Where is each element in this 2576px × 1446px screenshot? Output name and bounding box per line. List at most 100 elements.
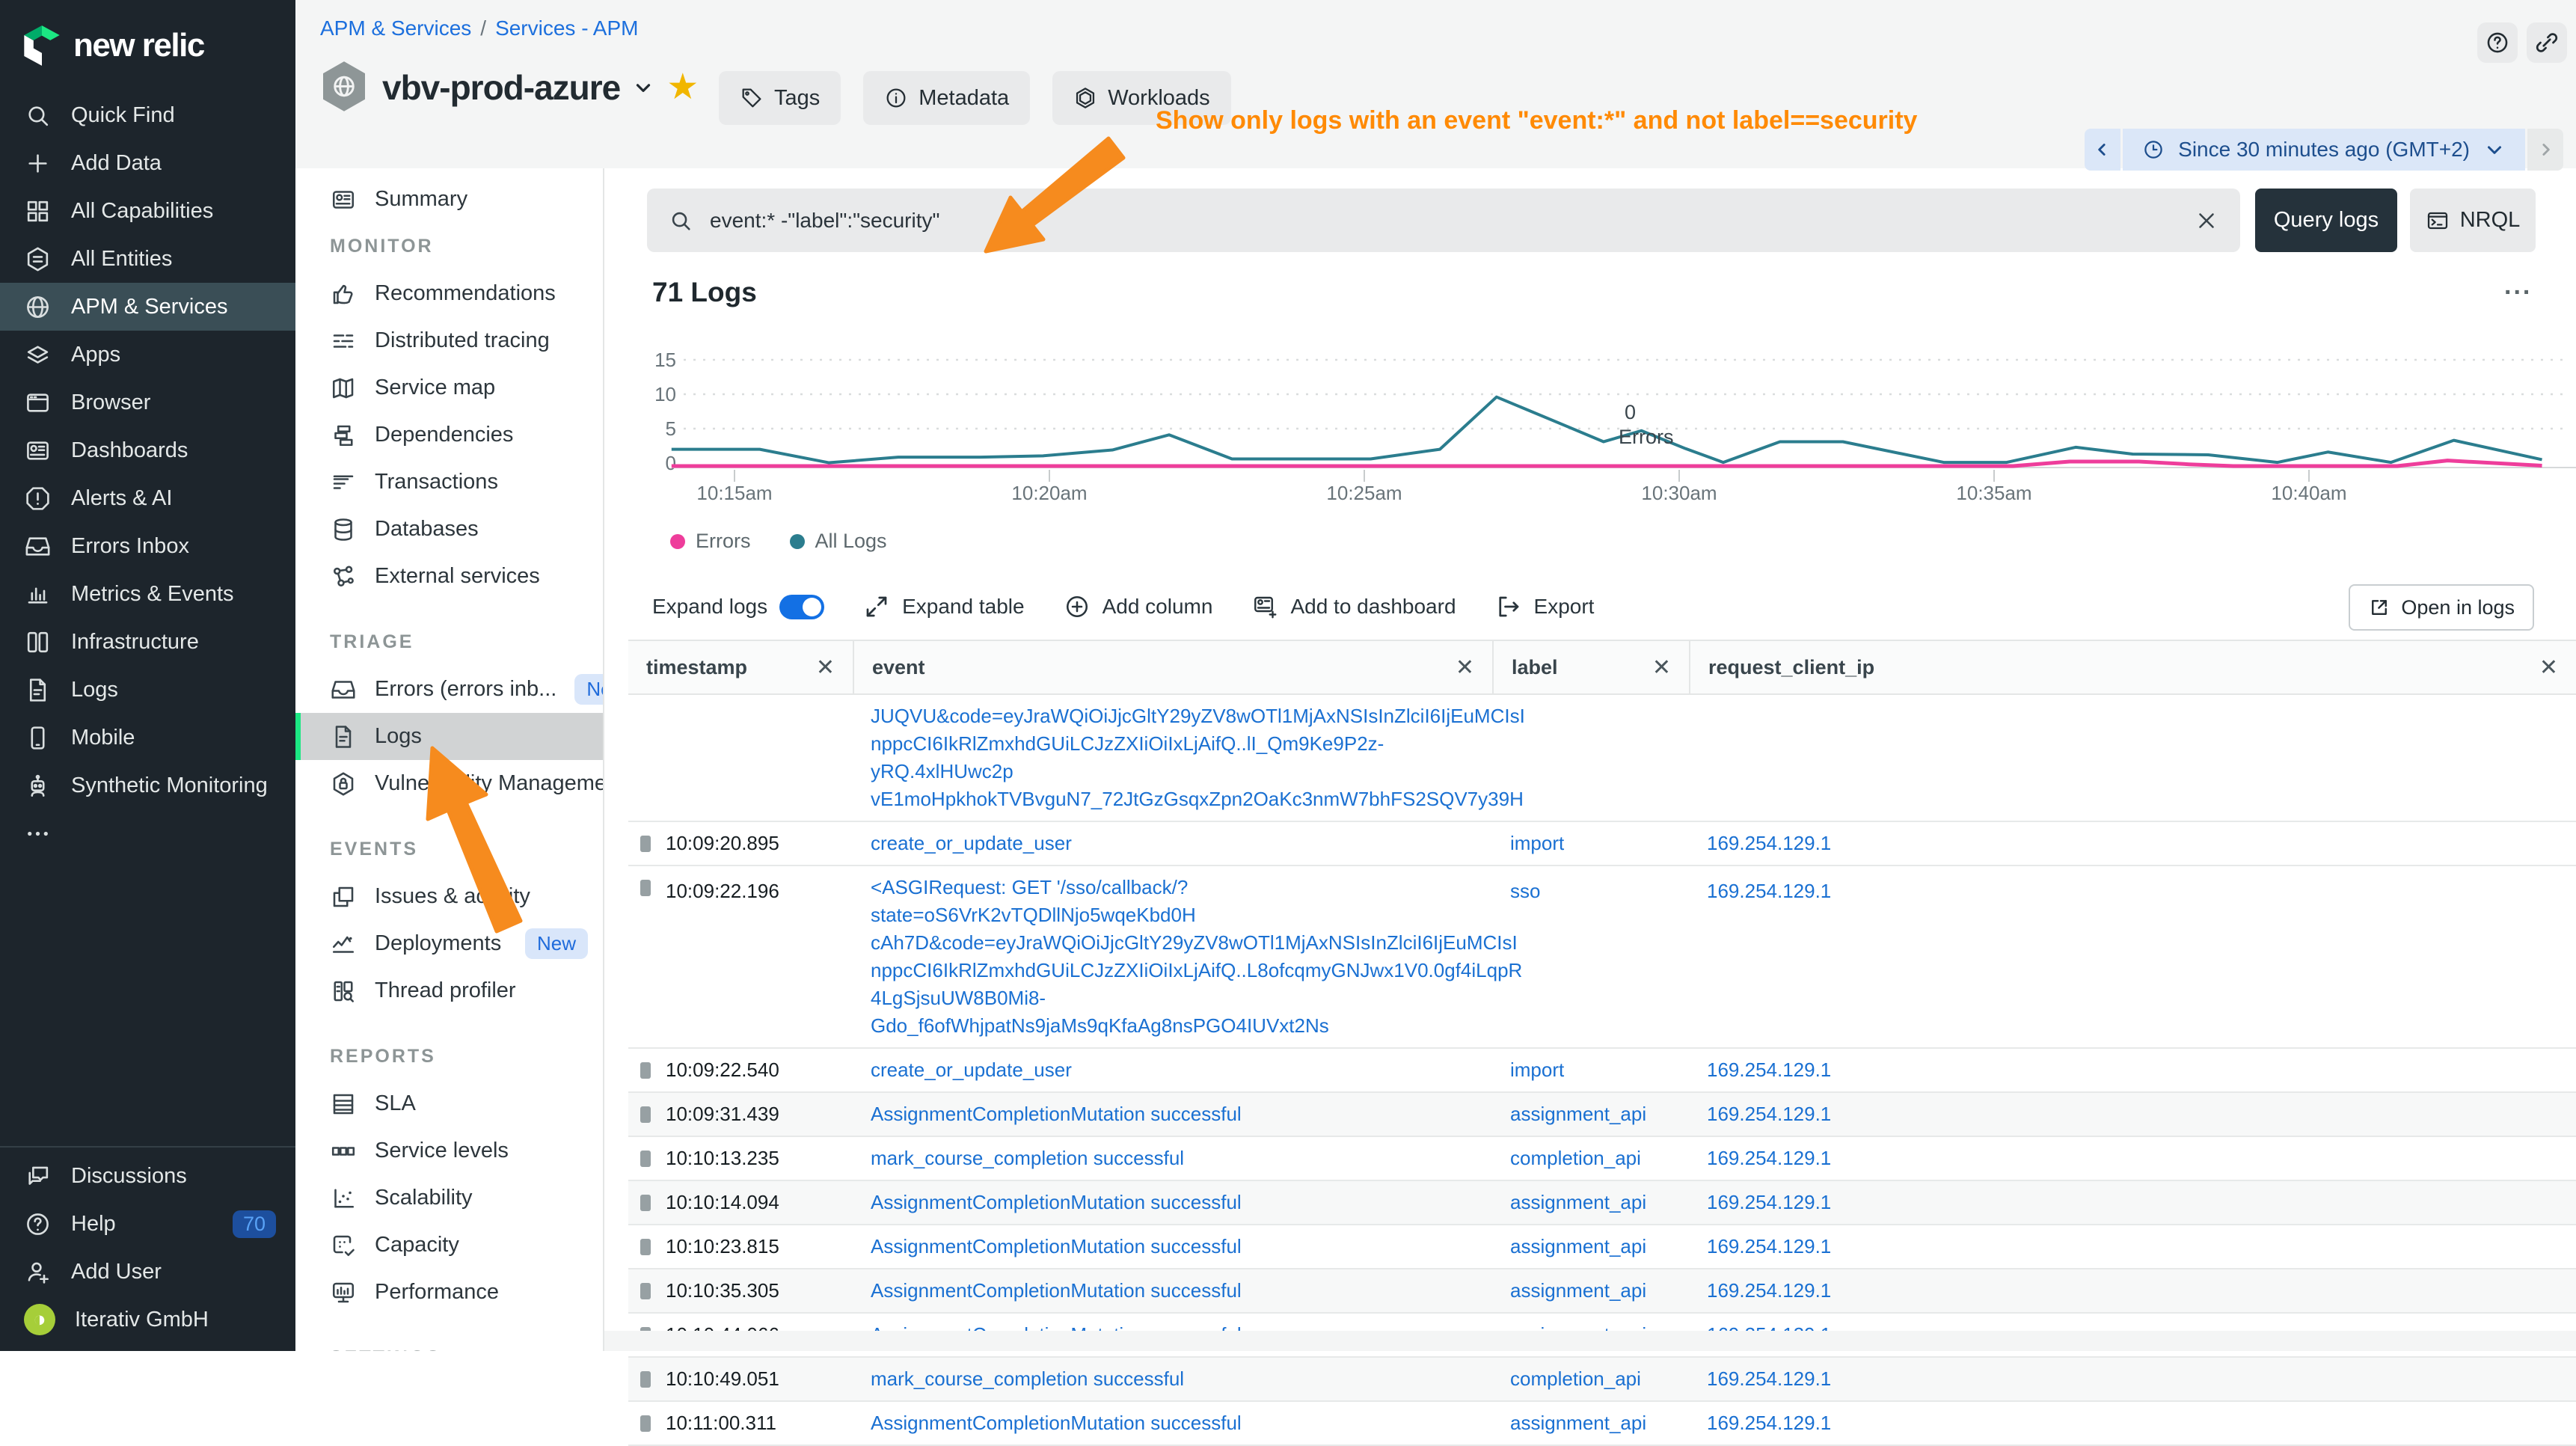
log-client-ip-link[interactable]: 169.254.129.1 <box>1689 832 2576 855</box>
gnav-item-item[interactable] <box>0 809 295 857</box>
lnav-item-issues-activity[interactable]: Issues & activity <box>295 873 603 920</box>
log-label-link[interactable] <box>1492 702 1689 708</box>
gnav-item-mobile[interactable]: Mobile <box>0 714 295 762</box>
log-label-link[interactable]: import <box>1492 832 1689 855</box>
log-client-ip-link[interactable]: 169.254.129.1 <box>1689 1235 2576 1258</box>
log-row[interactable]: 10:09:31.439AssignmentCompletionMutation… <box>628 1093 2576 1137</box>
log-event-link[interactable]: create_or_update_user <box>853 830 1492 857</box>
gnav-footer-iterativ-gmbh[interactable]: ◑Iterativ GmbH <box>0 1296 295 1344</box>
log-client-ip-link[interactable] <box>1689 702 2576 708</box>
help-button[interactable] <box>2477 22 2518 63</box>
remove-column-icon[interactable]: ✕ <box>816 655 835 681</box>
log-label-link[interactable]: completion_api <box>1492 1367 1689 1391</box>
gnav-item-dashboards[interactable]: Dashboards <box>0 426 295 474</box>
log-event-link[interactable]: mark_course_completion successful <box>853 1145 1492 1172</box>
time-back-button[interactable] <box>2085 129 2120 171</box>
export-button[interactable]: Export <box>1495 593 1595 620</box>
log-label-link[interactable]: assignment_api <box>1492 1103 1689 1126</box>
lnav-item-deployments[interactable]: DeploymentsNew <box>295 920 603 967</box>
gnav-item-browser[interactable]: Browser <box>0 379 295 426</box>
lnav-item-service-map[interactable]: Service map <box>295 364 603 411</box>
column-header-timestamp[interactable]: timestamp✕ <box>628 641 853 693</box>
gnav-item-metrics-events[interactable]: Metrics & Events <box>0 570 295 618</box>
lnav-item-performance[interactable]: Performance <box>295 1269 603 1316</box>
title-chevron-down-icon[interactable] <box>632 76 654 99</box>
lnav-item-dependencies[interactable]: Dependencies <box>295 411 603 459</box>
gnav-item-infrastructure[interactable]: Infrastructure <box>0 618 295 666</box>
favorite-star-icon[interactable]: ★ <box>666 70 699 105</box>
lnav-item-vulnerability-management[interactable]: Vulnerability Management <box>295 760 603 807</box>
log-event-link[interactable]: AssignmentCompletionMutation successful <box>853 1233 1492 1260</box>
column-header-request-client-ip[interactable]: request_client_ip✕ <box>1689 641 2576 693</box>
log-row[interactable]: 10:10:14.094AssignmentCompletionMutation… <box>628 1181 2576 1225</box>
quick-find[interactable]: Quick Find <box>0 91 295 139</box>
log-row[interactable]: 10:09:22.540create_or_update_userimport1… <box>628 1049 2576 1093</box>
legend-errors[interactable]: Errors <box>670 530 751 553</box>
permalink-button[interactable] <box>2527 22 2567 63</box>
lnav-item-logs[interactable]: Logs <box>295 713 603 760</box>
log-client-ip-link[interactable]: 169.254.129.1 <box>1689 1059 2576 1082</box>
gnav-item-logs[interactable]: Logs <box>0 666 295 714</box>
open-in-logs-button[interactable]: Open in logs <box>2349 584 2534 631</box>
metadata-button[interactable]: Metadata <box>863 71 1030 125</box>
gnav-item-all-entities[interactable]: All Entities <box>0 235 295 283</box>
gnav-item-all-capabilities[interactable]: All Capabilities <box>0 187 295 235</box>
logs-timeseries-chart[interactable]: 15105010:15am10:20am10:25am10:30am10:35a… <box>649 344 2576 505</box>
expand-table-button[interactable]: Expand table <box>863 593 1024 620</box>
lnav-item-service-levels[interactable]: Service levels <box>295 1127 603 1174</box>
lnav-item-distributed-tracing[interactable]: Distributed tracing <box>295 317 603 364</box>
log-row[interactable]: 10:09:22.196<ASGIRequest: GET '/sso/call… <box>628 866 2576 1049</box>
log-client-ip-link[interactable]: 169.254.129.1 <box>1689 874 2576 903</box>
breadcrumb-services-apm[interactable]: Services - APM <box>495 16 638 40</box>
lnav-item-recommendations[interactable]: Recommendations <box>295 270 603 317</box>
log-event-link[interactable]: AssignmentCompletionMutation successful <box>853 1409 1492 1437</box>
log-row[interactable]: 10:10:49.051mark_course_completion succe… <box>628 1358 2576 1402</box>
column-header-label[interactable]: label✕ <box>1492 641 1689 693</box>
add-column-button[interactable]: Add column <box>1064 593 1213 620</box>
log-event-link[interactable]: AssignmentCompletionMutation successful <box>853 1100 1492 1128</box>
log-row[interactable]: 10:10:13.235mark_course_completion succe… <box>628 1137 2576 1181</box>
remove-column-icon[interactable]: ✕ <box>2539 655 2558 681</box>
log-label-link[interactable]: sso <box>1492 874 1689 903</box>
log-row[interactable]: 10:09:20.895create_or_update_userimport1… <box>628 822 2576 866</box>
log-label-link[interactable]: assignment_api <box>1492 1191 1689 1214</box>
gnav-item-add-data[interactable]: Add Data <box>0 139 295 187</box>
gnav-item-alerts-ai[interactable]: Alerts & AI <box>0 474 295 522</box>
tags-button[interactable]: Tags <box>719 71 841 125</box>
gnav-footer-add-user[interactable]: Add User <box>0 1248 295 1296</box>
remove-column-icon[interactable]: ✕ <box>1652 655 1671 681</box>
log-client-ip-link[interactable]: 169.254.129.1 <box>1689 1147 2576 1170</box>
time-range-selector[interactable]: Since 30 minutes ago (GMT+2) <box>2123 129 2525 171</box>
log-query-input[interactable]: event:* -"label":"security" <box>647 189 2240 252</box>
log-event-link[interactable]: JUQVU&code=eyJraWQiOiJjcGltY29yZV8wOTl1M… <box>853 702 1492 813</box>
log-row[interactable]: 10:11:00.311AssignmentCompletionMutation… <box>628 1402 2576 1446</box>
log-client-ip-link[interactable]: 169.254.129.1 <box>1689 1103 2576 1126</box>
log-client-ip-link[interactable]: 169.254.129.1 <box>1689 1279 2576 1302</box>
nrql-button[interactable]: NRQL <box>2410 189 2536 252</box>
log-event-link[interactable]: create_or_update_user <box>853 1056 1492 1084</box>
log-label-link[interactable]: assignment_api <box>1492 1279 1689 1302</box>
lnav-item-summary[interactable]: Summary <box>295 176 603 223</box>
lnav-item-thread-profiler[interactable]: Thread profiler <box>295 967 603 1014</box>
log-event-link[interactable]: AssignmentCompletionMutation successful <box>853 1277 1492 1305</box>
chart-overflow-menu[interactable]: ... <box>2504 272 2532 301</box>
log-row[interactable]: 10:10:35.305AssignmentCompletionMutation… <box>628 1269 2576 1314</box>
log-row[interactable]: JUQVU&code=eyJraWQiOiJjcGltY29yZV8wOTl1M… <box>628 695 2576 822</box>
legend-all-logs[interactable]: All Logs <box>790 530 887 553</box>
log-row[interactable]: 10:10:23.815AssignmentCompletionMutation… <box>628 1225 2576 1269</box>
log-label-link[interactable]: completion_api <box>1492 1147 1689 1170</box>
clear-query-icon[interactable] <box>2194 208 2219 233</box>
lnav-item-scalability[interactable]: Scalability <box>295 1174 603 1222</box>
log-event-link[interactable]: mark_course_completion successful <box>853 1365 1492 1393</box>
gnav-footer-discussions[interactable]: Discussions <box>0 1152 295 1200</box>
log-client-ip-link[interactable]: 169.254.129.1 <box>1689 1191 2576 1214</box>
add-to-dashboard-button[interactable]: Add to dashboard <box>1251 593 1456 620</box>
breadcrumb-apm-services[interactable]: APM & Services <box>320 16 471 40</box>
lnav-item-databases[interactable]: Databases <box>295 506 603 553</box>
log-event-link[interactable]: AssignmentCompletionMutation successful <box>853 1189 1492 1216</box>
log-client-ip-link[interactable]: 169.254.129.1 <box>1689 1367 2576 1391</box>
remove-column-icon[interactable]: ✕ <box>1456 655 1474 681</box>
log-label-link[interactable]: assignment_api <box>1492 1235 1689 1258</box>
expand-logs-toggle[interactable] <box>779 595 824 619</box>
lnav-item-capacity[interactable]: Capacity <box>295 1222 603 1269</box>
